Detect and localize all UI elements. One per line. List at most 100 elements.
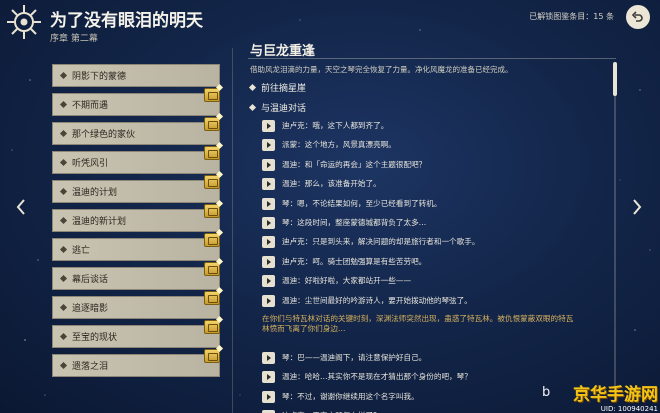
- diamond-bullet-icon: [59, 129, 68, 138]
- section-label: 与温迪对话: [261, 104, 307, 114]
- quest-item[interactable]: 听凭风引: [52, 141, 224, 174]
- diamond-bullet-icon: [59, 303, 68, 312]
- play-voice-icon[interactable]: [262, 351, 275, 364]
- play-voice-icon[interactable]: [262, 255, 275, 268]
- memory-badge-icon: [204, 286, 224, 305]
- diamond-bullet-icon: [248, 103, 257, 112]
- quest-item-label: 遗落之泪: [72, 362, 109, 372]
- quest-item-label: 那个绿色的家伙: [72, 130, 136, 140]
- memory-badge-icon: [204, 170, 224, 189]
- quest-item[interactable]: 逃亡: [52, 228, 224, 261]
- quest-item-label: 追逐暗影: [72, 304, 109, 314]
- diamond-bullet-icon: [59, 100, 68, 109]
- quest-item[interactable]: 那个绿色的家伙: [52, 112, 224, 145]
- narration-line: 在你们与特瓦林对话的关键时刻，深渊法师突然出现，蛊惑了特瓦林。被仇恨蒙蔽双眼的特…: [249, 312, 608, 350]
- anemo-emblem-icon: [7, 5, 41, 39]
- dialog-line: 琴：不过，谢谢你继续用这个名字叫我。: [262, 389, 608, 408]
- dialog-scrollbar[interactable]: [613, 62, 617, 402]
- scrollbar-thumb[interactable]: [613, 62, 617, 96]
- play-voice-icon[interactable]: [262, 139, 275, 152]
- play-voice-icon[interactable]: [262, 178, 275, 191]
- quest-item[interactable]: 至宝的现状: [52, 315, 224, 348]
- diamond-bullet-icon: [248, 83, 257, 92]
- play-voice-icon[interactable]: [262, 236, 275, 249]
- sparkle-icon: [215, 286, 224, 295]
- quest-item-label: 至宝的现状: [72, 333, 118, 343]
- dialog-line: 迪卢克：呵。骑士团勉强算是有些苦劳吧。: [262, 254, 608, 273]
- dialog-line: 琴：巴——温迪阁下，请注意保护好自己。: [262, 350, 608, 369]
- diamond-bullet-icon: [59, 158, 68, 167]
- watermark-logo-text: 京华手游网: [573, 385, 658, 405]
- chevron-right-icon: [633, 199, 642, 215]
- quest-item-label: 温迪的新计划: [72, 217, 127, 227]
- play-voice-icon[interactable]: [262, 294, 275, 307]
- dialog-text: 琴：嗯，不论结果如何，至少已经看到了转机。: [282, 198, 442, 208]
- play-voice-icon[interactable]: [262, 390, 275, 403]
- section-label: 前往摘星崖: [261, 84, 307, 94]
- back-arrow-icon: [631, 11, 643, 22]
- play-voice-icon[interactable]: [262, 275, 275, 288]
- dialog-line: 迪卢克：天空之琴怎么样了？: [262, 408, 608, 413]
- sparkle-icon: [215, 170, 224, 179]
- quest-description: 借助风龙泪滴的力量，天空之琴完全恢复了力量。净化风魔龙的准备已经完成。: [250, 65, 513, 74]
- dialog-text: 温迪：和「命运的再会」这个主题很配吧？: [282, 159, 427, 169]
- dialog-line: 迪卢克：只是到头来，解决问题的却是旅行者和一个歌手。: [262, 234, 608, 253]
- quest-item-label: 逃亡: [72, 246, 91, 256]
- unlocked-entries-count: 已解锁图鉴条目：15 条: [529, 12, 614, 21]
- quest-item[interactable]: 阴影下的蒙德: [52, 64, 220, 87]
- play-voice-icon[interactable]: [262, 120, 275, 132]
- play-voice-icon[interactable]: [262, 158, 275, 171]
- dialog-text: 迪卢克：哦，这下人都到齐了。: [282, 121, 389, 130]
- title-rule: [248, 58, 616, 59]
- memory-badge-icon: [204, 112, 224, 131]
- dialog-text: 温迪：那么，该准备开始了。: [282, 179, 381, 189]
- quest-item-label: 幕后谈话: [72, 275, 109, 285]
- quest-detail-title: 与巨龙重逢: [250, 44, 316, 59]
- watermark: 京华手游网 UID: 100940241: [573, 380, 658, 413]
- chapter-title: 为了没有眼泪的明天: [50, 11, 203, 31]
- quest-list: 阴影下的蒙德 不期而遇那个绿色的家伙 听凭风引 温迪的计划温迪的新计划 逃亡幕后谈话追逐…: [52, 64, 224, 383]
- previous-page-button[interactable]: [14, 196, 28, 218]
- sparkle-icon: [215, 228, 224, 237]
- dialog-line: 温迪：和「命运的再会」这个主题很配吧？: [262, 157, 608, 176]
- dialog-text: 迪卢克：呵。骑士团勉强算是有些苦劳吧。: [282, 256, 427, 266]
- dialog-text: 温迪：哈哈…其实你不是现在才猜出那个身份的吧，琴？: [282, 372, 472, 382]
- quest-item[interactable]: 温迪的计划: [52, 170, 224, 203]
- play-voice-icon[interactable]: [262, 371, 275, 384]
- diamond-bullet-icon: [59, 332, 68, 341]
- dialog-line: 派蒙：这个地方，风景真漂亮啊。: [262, 137, 608, 156]
- memory-badge-icon: [204, 141, 224, 160]
- dialog-line: 迪卢克：哦，这下人都到齐了。: [262, 118, 608, 137]
- quest-item[interactable]: 追逐暗影: [52, 286, 224, 319]
- dialog-list: 迪卢克：哦，这下人都到齐了。 派蒙：这个地方，风景真漂亮啊。温迪：和「命运的再会」…: [262, 118, 608, 413]
- dialog-line: 温迪：那么，该准备开始了。: [262, 176, 608, 195]
- quest-item[interactable]: 遗落之泪: [52, 344, 224, 377]
- chapter-subtitle: 序章 第二幕: [50, 34, 98, 44]
- memory-badge-icon: [204, 228, 224, 247]
- quest-item[interactable]: 幕后谈话: [52, 257, 224, 290]
- memory-badge-icon: [204, 344, 224, 363]
- memory-badge-icon: [204, 315, 224, 334]
- dialog-text: 在你们与特瓦林对话的关键时刻，深渊法师突然出现，蛊惑了特瓦林。被仇恨蒙蔽双眼的特…: [262, 313, 574, 333]
- dialog-text: 琴：巴——温迪阁下，请注意保护好自己。: [282, 352, 427, 362]
- watermark-fragment: b: [542, 385, 551, 400]
- quest-item[interactable]: 不期而遇: [52, 83, 224, 116]
- diamond-bullet-icon: [59, 187, 68, 196]
- sparkle-icon: [215, 344, 224, 353]
- sparkle-icon: [215, 199, 224, 208]
- section-header-go-to-starsnatch-cliff: 前往摘星崖: [248, 81, 307, 94]
- dialog-text: 派蒙：这个地方，风景真漂亮啊。: [282, 140, 396, 150]
- panel-divider: [232, 48, 233, 413]
- next-page-button[interactable]: [630, 196, 644, 218]
- dialog-line: 温迪：哈哈…其实你不是现在才猜出那个身份的吧，琴？: [262, 369, 608, 388]
- memory-badge-icon: [204, 83, 224, 102]
- play-voice-icon[interactable]: [262, 216, 275, 229]
- dialog-line: 温迪：好啦好啦，大家都站开一些——: [262, 273, 608, 292]
- diamond-bullet-icon: [59, 361, 68, 370]
- sparkle-icon: [215, 315, 224, 324]
- quest-item[interactable]: 温迪的新计划: [52, 199, 224, 232]
- back-button[interactable]: [626, 5, 650, 29]
- diamond-bullet-icon: [59, 71, 68, 80]
- play-voice-icon[interactable]: [262, 197, 275, 210]
- sparkle-icon: [215, 83, 224, 92]
